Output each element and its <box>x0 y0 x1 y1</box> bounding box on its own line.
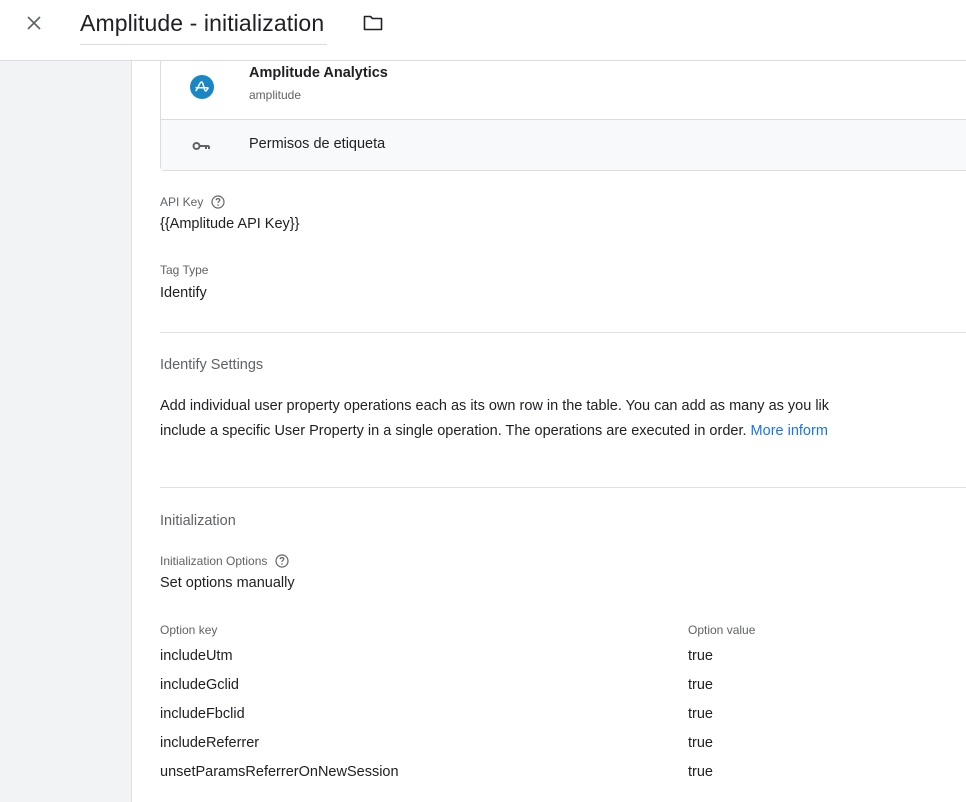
folder-button[interactable] <box>360 10 386 36</box>
option-value-cell: true <box>688 735 713 751</box>
tag-template-card: Amplitude Analytics amplitude Permisos d… <box>160 61 966 171</box>
option-value-cell: true <box>688 677 713 693</box>
template-name: Amplitude Analytics <box>249 65 388 81</box>
tag-permissions-row[interactable]: Permisos de etiqueta <box>161 120 966 170</box>
initialization-options-label-text: Initialization Options <box>160 554 268 568</box>
option-key-column-header: Option key <box>160 623 218 637</box>
tag-configuration-panel: Amplitude Analytics amplitude Permisos d… <box>132 61 966 802</box>
initialization-options-value: Set options manually <box>160 575 295 591</box>
tag-type-value: Identify <box>160 285 207 301</box>
option-key-cell: includeFbclid <box>160 706 245 722</box>
tag-title: Amplitude - initialization <box>80 10 325 36</box>
option-value-cell: true <box>688 764 713 780</box>
api-key-label: API Key <box>160 195 225 209</box>
api-key-value: {{Amplitude API Key}} <box>160 216 300 232</box>
key-icon <box>192 139 212 153</box>
template-row[interactable]: Amplitude Analytics amplitude <box>161 61 966 120</box>
more-information-link[interactable]: More inform <box>751 423 828 439</box>
identify-settings-line-1: Add individual user property operations … <box>160 398 830 414</box>
option-value-column-header: Option value <box>688 623 756 637</box>
section-divider <box>160 332 966 333</box>
identify-settings-line-2-text: include a specific User Property in a si… <box>160 423 747 439</box>
template-subtitle: amplitude <box>249 88 302 102</box>
identify-settings-line-2: include a specific User Property in a si… <box>160 419 966 444</box>
tag-type-label: Tag Type <box>160 263 209 277</box>
amplitude-logo-icon <box>190 75 214 99</box>
close-icon <box>27 16 41 30</box>
option-value-cell: true <box>688 706 713 722</box>
option-key-cell: unsetParamsReferrerOnNewSession <box>160 764 399 780</box>
editor-header: Amplitude - initialization <box>0 0 966 61</box>
option-key-cell: includeUtm <box>160 648 233 664</box>
option-key-cell: includeGclid <box>160 677 239 693</box>
help-icon[interactable] <box>211 195 225 209</box>
identify-settings-title: Identify Settings <box>160 357 264 373</box>
tag-permissions-label: Permisos de etiqueta <box>249 136 386 152</box>
initialization-options-label: Initialization Options <box>160 554 289 568</box>
tag-name-field[interactable]: Amplitude - initialization <box>80 8 328 45</box>
help-icon[interactable] <box>275 554 289 568</box>
option-key-cell: includeReferrer <box>160 735 260 751</box>
left-sidebar <box>0 61 132 802</box>
close-button[interactable] <box>22 11 46 35</box>
folder-icon <box>363 15 383 31</box>
section-divider <box>160 487 966 488</box>
api-key-label-text: API Key <box>160 195 204 209</box>
option-value-cell: true <box>688 648 713 664</box>
initialization-title: Initialization <box>160 513 236 529</box>
